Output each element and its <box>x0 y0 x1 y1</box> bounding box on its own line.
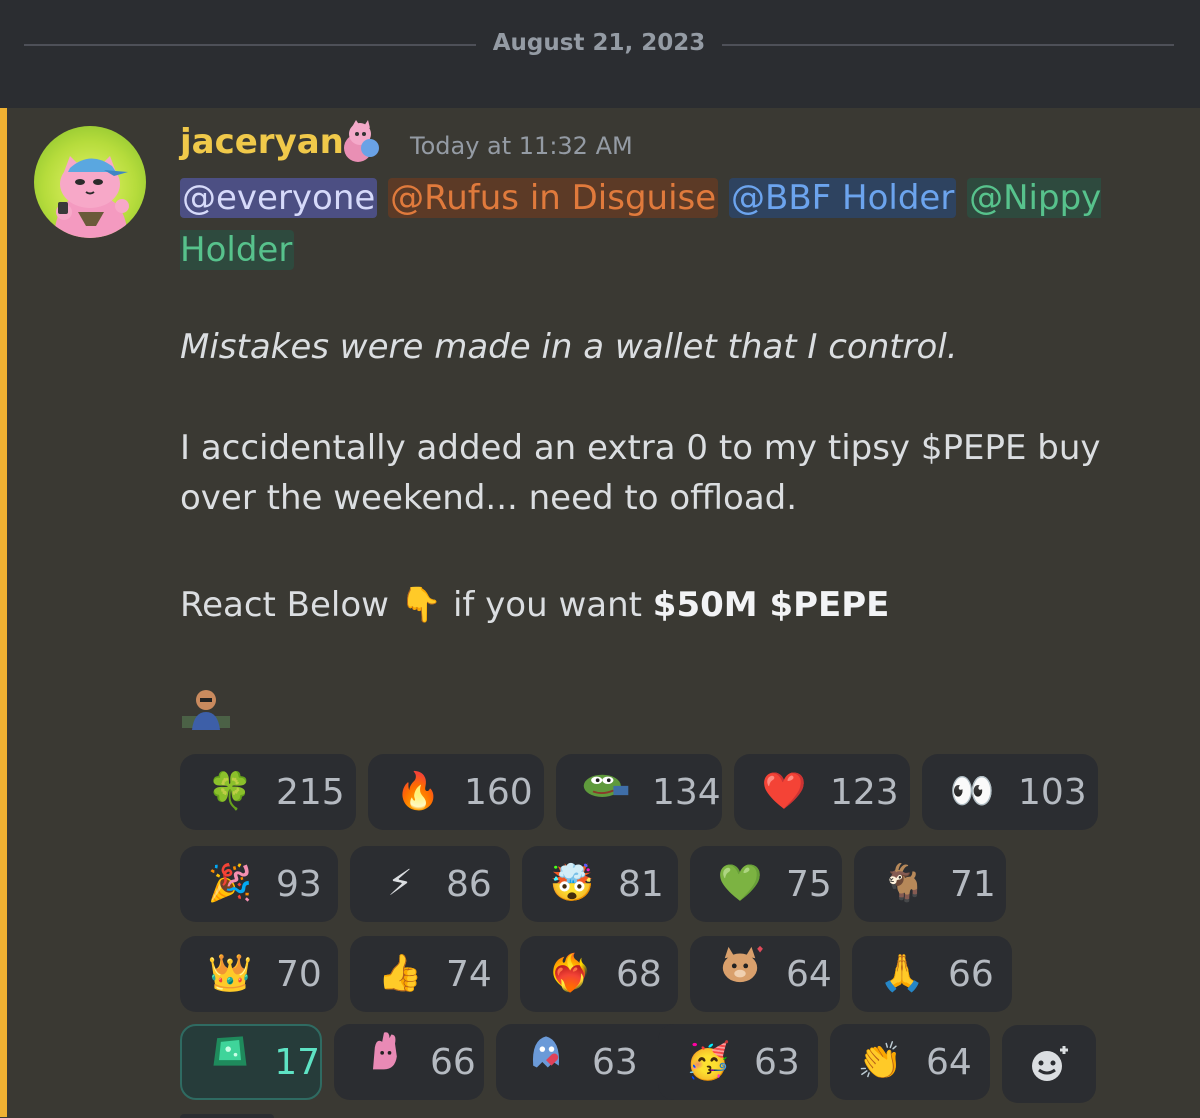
fire-icon: 🔥 <box>395 771 441 812</box>
divider-date: August 21, 2023 <box>492 30 706 56</box>
reaction-folded-hands[interactable]: 🙏 66 <box>852 936 1012 1012</box>
reaction-count: 86 <box>446 863 492 905</box>
reaction-count: 160 <box>464 771 533 813</box>
reaction-count: 103 <box>1018 771 1087 813</box>
reaction-count: 81 <box>618 863 664 905</box>
message: jaceryan Today at 11:32 AM @everyone @Ru… <box>0 108 1200 1118</box>
reaction-hand[interactable]: 66 <box>334 1024 484 1100</box>
goat-icon: 🐐 <box>881 863 927 904</box>
reaction-count: 75 <box>786 863 832 905</box>
reaction-crown[interactable]: 👑 70 <box>180 936 338 1012</box>
avatar[interactable] <box>34 126 146 238</box>
reaction-count: 134 <box>652 771 721 813</box>
reaction-count: 93 <box>276 863 322 905</box>
mention-list: @everyone @Rufus in Disguise @BBF Holder… <box>180 172 1160 276</box>
reaction-lightning[interactable]: ⚡ 86 <box>350 846 510 922</box>
hand-icon <box>356 1024 412 1100</box>
reaction-cat[interactable]: 64 <box>690 936 840 1012</box>
reaction-gem[interactable]: 17 <box>180 1024 322 1100</box>
thumbs-up-icon: 👍 <box>377 953 423 994</box>
exploding-head-icon: 🤯 <box>549 863 595 904</box>
reaction-count: 64 <box>786 953 832 995</box>
reaction-exploding-head[interactable]: 🤯 81 <box>522 846 678 922</box>
four-leaf-clover-icon: 🍀 <box>207 771 253 812</box>
green-heart-icon: 💚 <box>717 863 763 904</box>
reaction-count: 74 <box>446 953 492 995</box>
reaction-eyes[interactable]: 👀 103 <box>922 754 1098 830</box>
mention-everyone[interactable]: @everyone <box>180 178 378 218</box>
reaction-goat[interactable]: 🐐 71 <box>854 846 1006 922</box>
partying-face-icon: 🥳 <box>685 1041 731 1082</box>
reaction-row-peek <box>180 1114 274 1118</box>
ghost-icon <box>518 1024 574 1100</box>
reaction-count: 66 <box>948 953 994 995</box>
reaction-count: 215 <box>276 771 345 813</box>
party-popper-icon: 🎉 <box>207 863 253 904</box>
reaction-count: 17 <box>274 1041 320 1083</box>
reaction-count: 70 <box>276 953 322 995</box>
crown-icon: 👑 <box>207 953 253 994</box>
reaction-count: 63 <box>754 1041 800 1083</box>
add-reaction-button[interactable] <box>1002 1025 1096 1103</box>
reaction-heart-on-fire[interactable]: ❤️‍🔥 68 <box>520 936 678 1012</box>
reaction-partying-face[interactable]: 🥳 63 <box>658 1024 818 1100</box>
lightning-icon: ⚡ <box>387 863 413 904</box>
reaction-count: 71 <box>950 863 996 905</box>
reaction-party-popper[interactable]: 🎉 93 <box>180 846 338 922</box>
add-reaction-icon <box>1032 1044 1070 1081</box>
mention-highlight-bar <box>0 108 7 1117</box>
message-line-italic: Mistakes were made in a wallet that I co… <box>180 327 958 367</box>
mention-bbf-holder[interactable]: @BBF Holder <box>729 178 957 218</box>
message-timestamp[interactable]: Today at 11:32 AM <box>410 132 633 160</box>
message-line-body: I accidentally added an extra 0 to my ti… <box>180 428 1101 518</box>
folded-hands-icon: 🙏 <box>879 953 925 994</box>
react-prefix: React Below <box>180 585 389 625</box>
reaction-four-leaf-clover[interactable]: 🍀 215 <box>180 754 356 830</box>
reaction-thumbs-up[interactable]: 👍 74 <box>350 936 508 1012</box>
man-custom-emoji-icon <box>180 686 232 732</box>
red-heart-icon: ❤️ <box>761 771 807 812</box>
clapping-hands-icon: 👏 <box>857 1041 903 1082</box>
date-divider: August 21, 2023 <box>0 0 1200 108</box>
server-badge-icon <box>338 118 384 166</box>
reaction-count: 64 <box>926 1041 972 1083</box>
message-line-react: React Below 👇 if you want $50M $PEPE <box>180 580 1170 630</box>
reaction-count: 63 <box>592 1041 638 1083</box>
reaction-fire[interactable]: 🔥 160 <box>368 754 544 830</box>
divider-line-left <box>24 44 476 46</box>
gem-icon <box>204 1024 256 1100</box>
react-middle: if you want <box>452 585 642 625</box>
cat-icon <box>712 936 768 1012</box>
reaction-count: 68 <box>616 953 662 995</box>
reaction-green-heart[interactable]: 💚 75 <box>690 846 842 922</box>
reaction-pepe[interactable]: 134 <box>556 754 722 830</box>
divider-line-right <box>722 44 1174 46</box>
react-amount: $50M $PEPE <box>652 585 890 625</box>
pointing-down-icon: 👇 <box>399 585 443 625</box>
reaction-count: 66 <box>430 1041 476 1083</box>
reaction-clapping-hands[interactable]: 👏 64 <box>830 1024 990 1100</box>
heart-on-fire-icon: ❤️‍🔥 <box>547 953 593 994</box>
pepe-icon <box>578 754 634 830</box>
eyes-icon: 👀 <box>949 771 995 812</box>
mention-rufus-in-disguise[interactable]: @Rufus in Disguise <box>388 178 719 218</box>
reaction-red-heart[interactable]: ❤️ 123 <box>734 754 910 830</box>
reaction-count: 123 <box>830 771 899 813</box>
author-name[interactable]: jaceryan <box>180 122 344 162</box>
